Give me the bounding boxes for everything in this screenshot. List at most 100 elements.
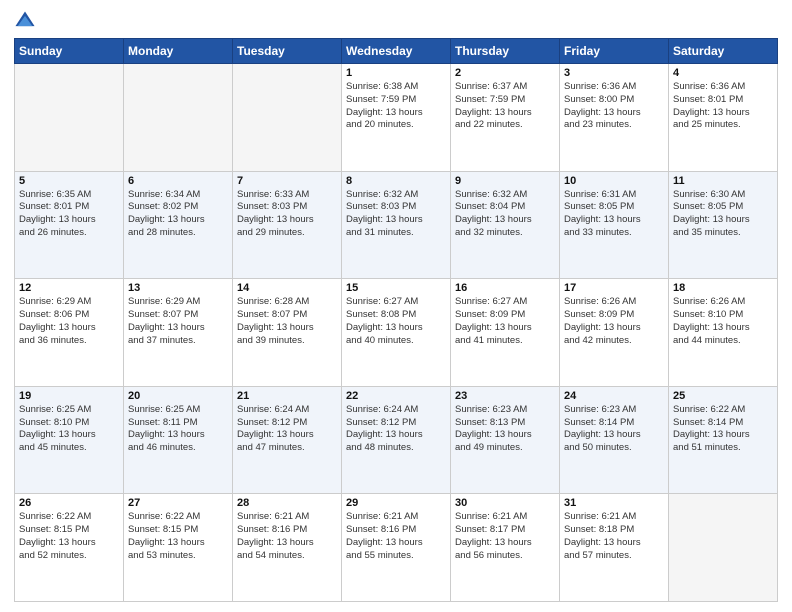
day-number: 8 [346,175,446,187]
calendar-cell: 9 Sunrise: 6:32 AMSunset: 8:04 PMDaylight… [451,171,560,279]
day-info: Sunrise: 6:21 AMSunset: 8:18 PMDaylight:… [564,511,664,562]
day-info: Sunrise: 6:26 AMSunset: 8:10 PMDaylight:… [673,296,773,347]
day-info: Sunrise: 6:32 AMSunset: 8:03 PMDaylight:… [346,189,446,240]
day-number: 19 [19,390,119,402]
weekday-header-tuesday: Tuesday [233,39,342,64]
day-number: 21 [237,390,337,402]
day-info: Sunrise: 6:21 AMSunset: 8:16 PMDaylight:… [346,511,446,562]
calendar-cell: 29 Sunrise: 6:21 AMSunset: 8:16 PMDayligh… [342,494,451,602]
day-info: Sunrise: 6:30 AMSunset: 8:05 PMDaylight:… [673,189,773,240]
day-number: 25 [673,390,773,402]
day-info: Sunrise: 6:22 AMSunset: 8:15 PMDaylight:… [19,511,119,562]
day-number: 16 [455,282,555,294]
calendar-week-row: 26 Sunrise: 6:22 AMSunset: 8:15 PMDayligh… [15,494,778,602]
day-info: Sunrise: 6:24 AMSunset: 8:12 PMDaylight:… [346,404,446,455]
calendar-cell [669,494,778,602]
calendar-header-row: SundayMondayTuesdayWednesdayThursdayFrid… [15,39,778,64]
day-number: 30 [455,497,555,509]
calendar-cell [15,64,124,172]
day-info: Sunrise: 6:33 AMSunset: 8:03 PMDaylight:… [237,189,337,240]
calendar-cell: 25 Sunrise: 6:22 AMSunset: 8:14 PMDayligh… [669,386,778,494]
calendar-cell: 6 Sunrise: 6:34 AMSunset: 8:02 PMDaylight… [124,171,233,279]
day-info: Sunrise: 6:36 AMSunset: 8:00 PMDaylight:… [564,81,664,132]
day-number: 4 [673,67,773,79]
page: SundayMondayTuesdayWednesdayThursdayFrid… [0,0,792,612]
calendar-cell [124,64,233,172]
calendar-cell: 15 Sunrise: 6:27 AMSunset: 8:08 PMDayligh… [342,279,451,387]
day-info: Sunrise: 6:37 AMSunset: 7:59 PMDaylight:… [455,81,555,132]
day-info: Sunrise: 6:34 AMSunset: 8:02 PMDaylight:… [128,189,228,240]
day-info: Sunrise: 6:27 AMSunset: 8:08 PMDaylight:… [346,296,446,347]
day-info: Sunrise: 6:21 AMSunset: 8:17 PMDaylight:… [455,511,555,562]
calendar-cell: 26 Sunrise: 6:22 AMSunset: 8:15 PMDayligh… [15,494,124,602]
calendar-week-row: 12 Sunrise: 6:29 AMSunset: 8:06 PMDayligh… [15,279,778,387]
day-number: 9 [455,175,555,187]
day-number: 18 [673,282,773,294]
weekday-header-thursday: Thursday [451,39,560,64]
day-number: 14 [237,282,337,294]
day-number: 6 [128,175,228,187]
header [14,10,778,32]
day-number: 31 [564,497,664,509]
calendar-cell: 24 Sunrise: 6:23 AMSunset: 8:14 PMDayligh… [560,386,669,494]
weekday-header-monday: Monday [124,39,233,64]
calendar-cell: 12 Sunrise: 6:29 AMSunset: 8:06 PMDayligh… [15,279,124,387]
calendar-cell: 27 Sunrise: 6:22 AMSunset: 8:15 PMDayligh… [124,494,233,602]
day-number: 5 [19,175,119,187]
calendar-cell: 11Sunrise: 6:30 AMSunset: 8:05 PMDayligh… [669,171,778,279]
calendar-cell: 31 Sunrise: 6:21 AMSunset: 8:18 PMDayligh… [560,494,669,602]
day-info: Sunrise: 6:29 AMSunset: 8:06 PMDaylight:… [19,296,119,347]
calendar-cell: 5 Sunrise: 6:35 AMSunset: 8:01 PMDaylight… [15,171,124,279]
calendar-cell: 28 Sunrise: 6:21 AMSunset: 8:16 PMDayligh… [233,494,342,602]
day-info: Sunrise: 6:26 AMSunset: 8:09 PMDaylight:… [564,296,664,347]
calendar-cell: 7Sunrise: 6:33 AMSunset: 8:03 PMDaylight… [233,171,342,279]
day-info: Sunrise: 6:21 AMSunset: 8:16 PMDaylight:… [237,511,337,562]
day-number: 15 [346,282,446,294]
calendar-cell: 14 Sunrise: 6:28 AMSunset: 8:07 PMDayligh… [233,279,342,387]
day-info: Sunrise: 6:27 AMSunset: 8:09 PMDaylight:… [455,296,555,347]
calendar-week-row: 5 Sunrise: 6:35 AMSunset: 8:01 PMDaylight… [15,171,778,279]
calendar-cell: 22 Sunrise: 6:24 AMSunset: 8:12 PMDayligh… [342,386,451,494]
day-info: Sunrise: 6:22 AMSunset: 8:15 PMDaylight:… [128,511,228,562]
day-info: Sunrise: 6:36 AMSunset: 8:01 PMDaylight:… [673,81,773,132]
day-number: 27 [128,497,228,509]
day-number: 24 [564,390,664,402]
day-info: Sunrise: 6:23 AMSunset: 8:14 PMDaylight:… [564,404,664,455]
day-number: 26 [19,497,119,509]
weekday-header-sunday: Sunday [15,39,124,64]
calendar-cell: 1 Sunrise: 6:38 AMSunset: 7:59 PMDaylight… [342,64,451,172]
day-info: Sunrise: 6:22 AMSunset: 8:14 PMDaylight:… [673,404,773,455]
calendar-cell: 13Sunrise: 6:29 AMSunset: 8:07 PMDayligh… [124,279,233,387]
logo-icon [14,10,36,32]
calendar-cell: 2 Sunrise: 6:37 AMSunset: 7:59 PMDaylight… [451,64,560,172]
day-info: Sunrise: 6:23 AMSunset: 8:13 PMDaylight:… [455,404,555,455]
calendar-week-row: 19 Sunrise: 6:25 AMSunset: 8:10 PMDayligh… [15,386,778,494]
day-number: 3 [564,67,664,79]
day-info: Sunrise: 6:28 AMSunset: 8:07 PMDaylight:… [237,296,337,347]
day-info: Sunrise: 6:35 AMSunset: 8:01 PMDaylight:… [19,189,119,240]
calendar-cell: 21Sunrise: 6:24 AMSunset: 8:12 PMDayligh… [233,386,342,494]
weekday-header-saturday: Saturday [669,39,778,64]
day-info: Sunrise: 6:25 AMSunset: 8:10 PMDaylight:… [19,404,119,455]
calendar-cell: 4 Sunrise: 6:36 AMSunset: 8:01 PMDaylight… [669,64,778,172]
day-number: 12 [19,282,119,294]
day-number: 22 [346,390,446,402]
day-info: Sunrise: 6:32 AMSunset: 8:04 PMDaylight:… [455,189,555,240]
weekday-header-friday: Friday [560,39,669,64]
day-info: Sunrise: 6:25 AMSunset: 8:11 PMDaylight:… [128,404,228,455]
calendar-cell: 23 Sunrise: 6:23 AMSunset: 8:13 PMDayligh… [451,386,560,494]
calendar-cell: 3 Sunrise: 6:36 AMSunset: 8:00 PMDaylight… [560,64,669,172]
day-info: Sunrise: 6:29 AMSunset: 8:07 PMDaylight:… [128,296,228,347]
weekday-header-wednesday: Wednesday [342,39,451,64]
day-number: 28 [237,497,337,509]
day-number: 23 [455,390,555,402]
calendar-cell: 8 Sunrise: 6:32 AMSunset: 8:03 PMDaylight… [342,171,451,279]
calendar-cell: 10Sunrise: 6:31 AMSunset: 8:05 PMDayligh… [560,171,669,279]
day-number: 2 [455,67,555,79]
calendar-cell: 30 Sunrise: 6:21 AMSunset: 8:17 PMDayligh… [451,494,560,602]
calendar-cell: 17Sunrise: 6:26 AMSunset: 8:09 PMDayligh… [560,279,669,387]
day-info: Sunrise: 6:38 AMSunset: 7:59 PMDaylight:… [346,81,446,132]
day-number: 29 [346,497,446,509]
calendar-cell: 18 Sunrise: 6:26 AMSunset: 8:10 PMDayligh… [669,279,778,387]
day-number: 1 [346,67,446,79]
